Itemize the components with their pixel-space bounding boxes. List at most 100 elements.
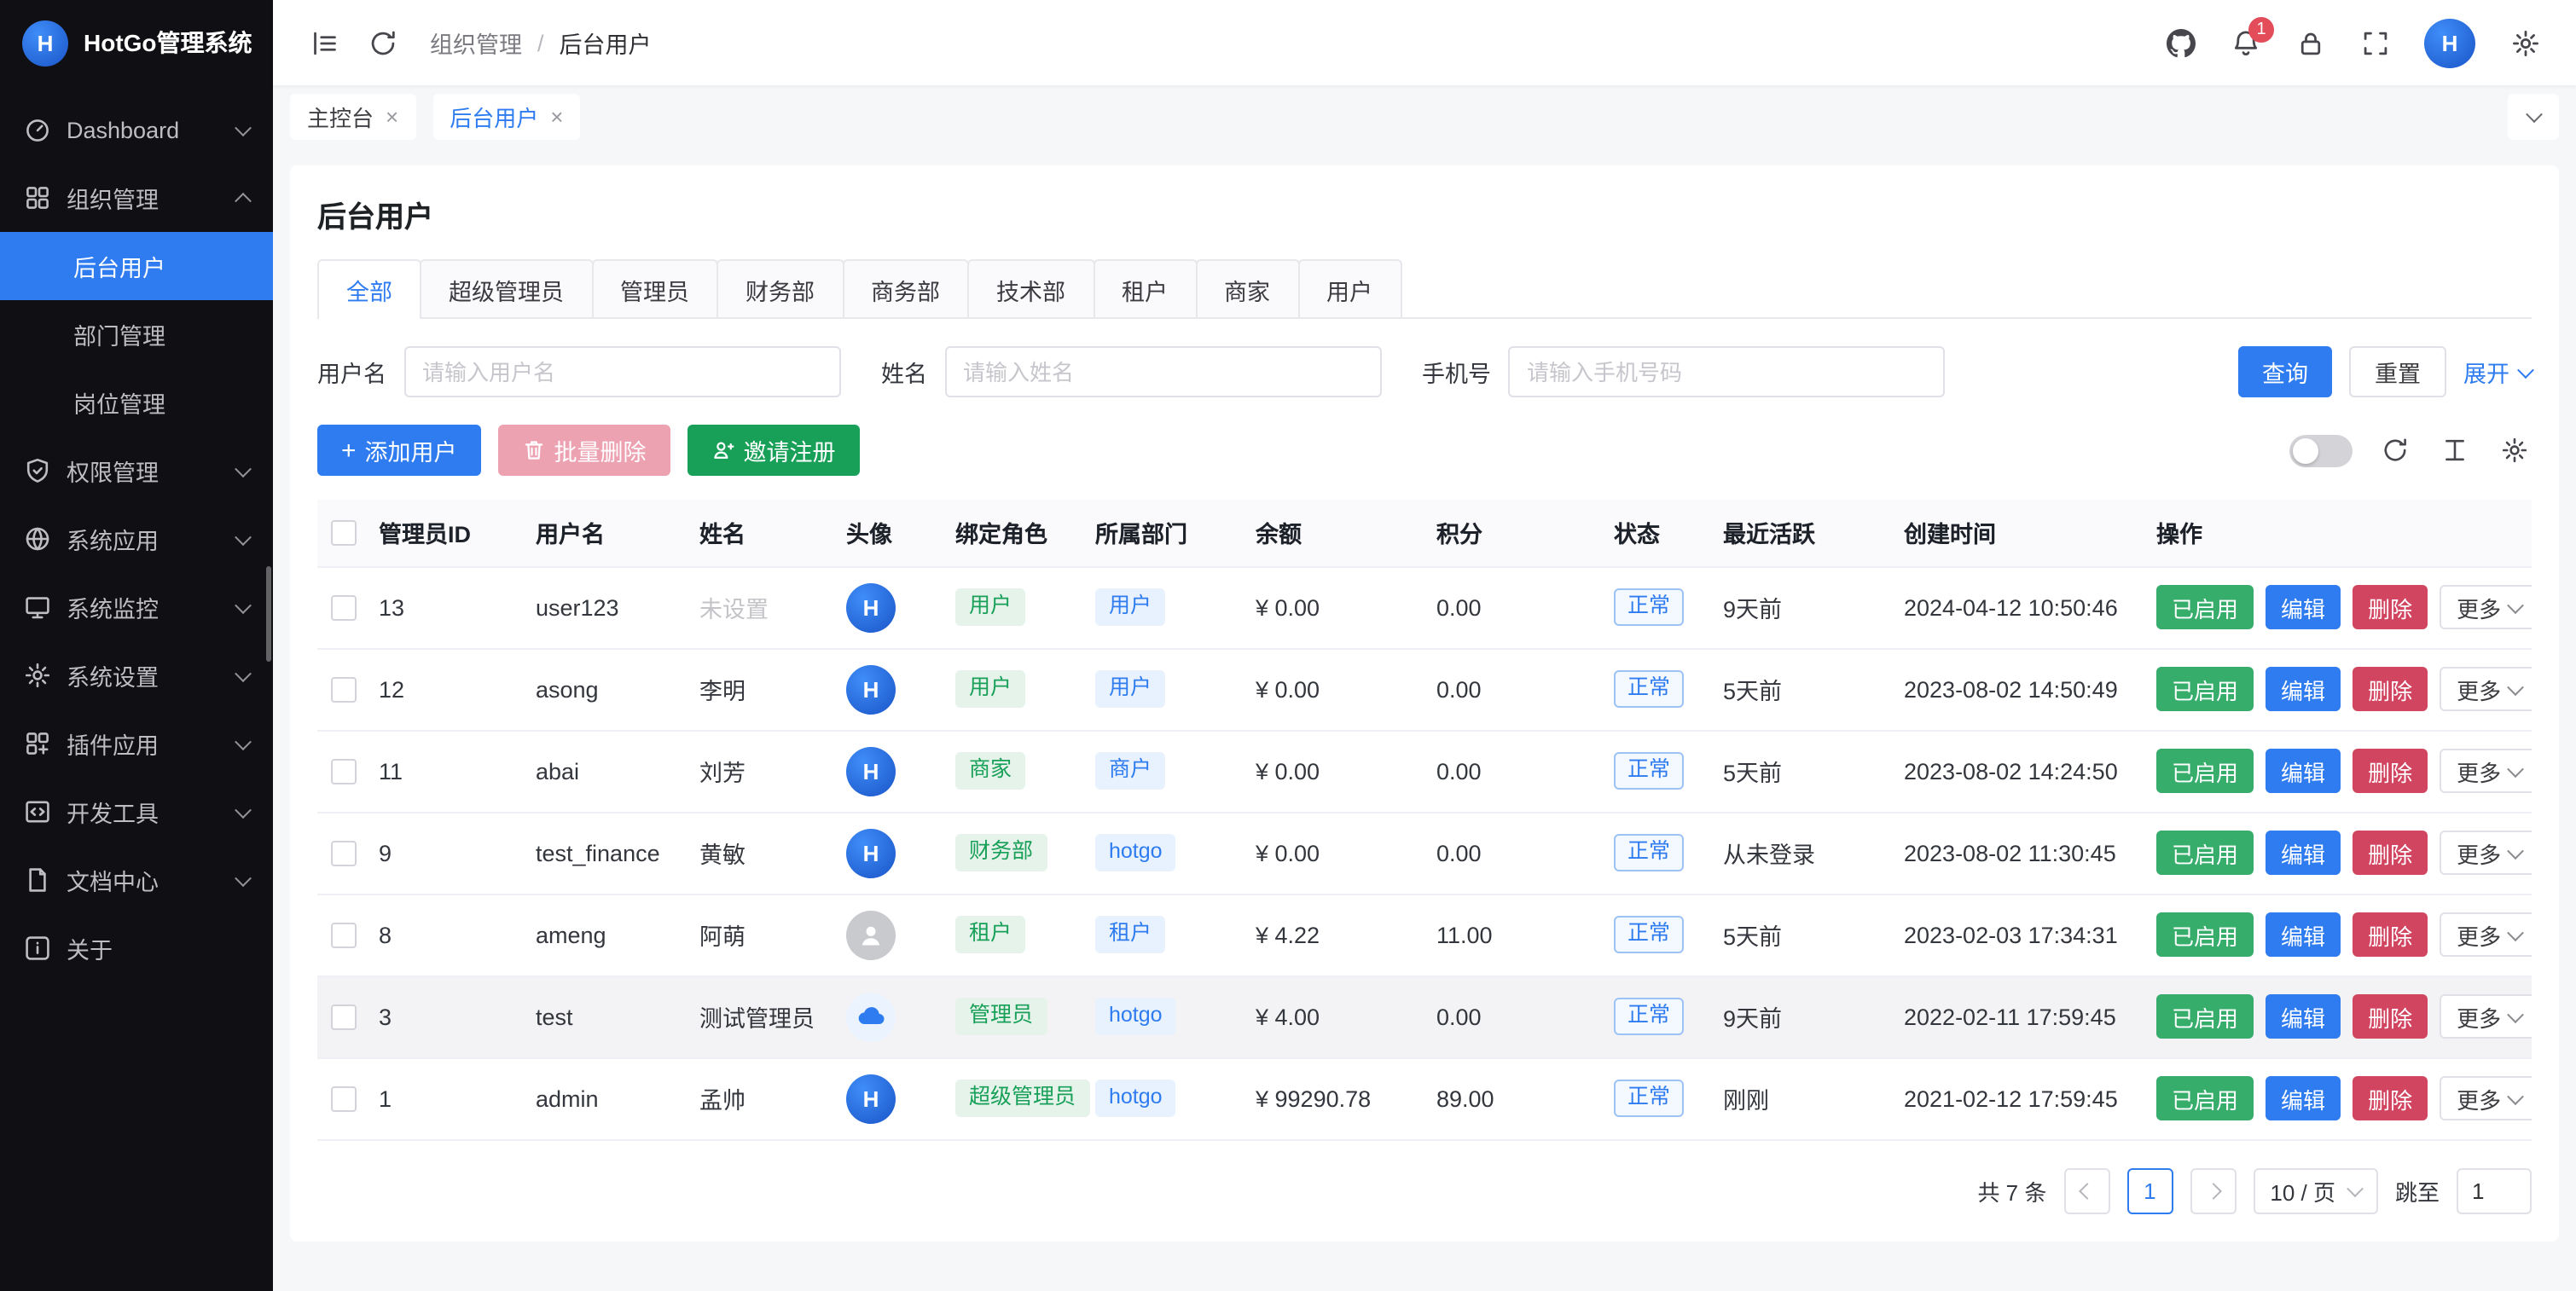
page-size-select[interactable]: 10 / 页 (2253, 1167, 2378, 1213)
edit-button[interactable]: 编辑 (2266, 667, 2341, 711)
enabled-button[interactable]: 已启用 (2156, 749, 2254, 793)
sidebar-item-system-apps[interactable]: 系统应用 (0, 505, 273, 573)
more-button[interactable]: 更多 (2440, 994, 2532, 1039)
lock-screen-icon[interactable] (2283, 15, 2337, 70)
notifications-bell-icon[interactable]: 1 (2218, 15, 2272, 70)
role-tab-finance[interactable]: 财务部 (717, 259, 844, 317)
row-checkbox[interactable] (331, 595, 357, 621)
status-tag: 正常 (1614, 1080, 1684, 1116)
breadcrumb-item[interactable]: 后台用户 (560, 26, 652, 60)
sidebar-item-about[interactable]: 关于 (0, 914, 273, 982)
edit-button[interactable]: 编辑 (2266, 912, 2341, 957)
user-avatar[interactable]: H (2424, 18, 2475, 67)
more-button[interactable]: 更多 (2440, 1076, 2532, 1120)
enabled-button[interactable]: 已启用 (2156, 912, 2254, 957)
close-tab-icon[interactable]: × (550, 106, 563, 128)
enabled-button[interactable]: 已启用 (2156, 667, 2254, 711)
sidebar-item-backend-users[interactable]: 后台用户 (0, 232, 273, 300)
row-density-icon[interactable] (2438, 433, 2472, 467)
edit-button[interactable]: 编辑 (2266, 585, 2341, 629)
role-tab-admin[interactable]: 管理员 (591, 259, 718, 317)
fullscreen-icon[interactable] (2347, 15, 2402, 70)
select-all-checkbox[interactable] (331, 520, 357, 546)
invite-register-button[interactable]: 邀请注册 (688, 425, 860, 476)
sidebar-item-plugins[interactable]: 插件应用 (0, 709, 273, 778)
row-checkbox[interactable] (331, 841, 357, 866)
delete-button[interactable]: 删除 (2353, 1076, 2428, 1120)
jump-page-input[interactable] (2457, 1167, 2532, 1213)
table-tools (2289, 433, 2532, 467)
sidebar-item-dashboard[interactable]: Dashboard (0, 96, 273, 164)
tab-backend-users[interactable]: 后台用户 × (432, 94, 580, 140)
role-tab-tech[interactable]: 技术部 (967, 259, 1094, 317)
cell-checkbox (317, 1057, 379, 1139)
sidebar-item-permissions[interactable]: 权限管理 (0, 437, 273, 505)
enabled-button[interactable]: 已启用 (2156, 585, 2254, 629)
tab-label: 后台用户 (450, 101, 538, 133)
prev-page-button[interactable] (2063, 1167, 2109, 1213)
add-user-button[interactable]: +添加用户 (317, 425, 481, 476)
tab-console[interactable]: 主控台× (290, 94, 415, 140)
collapse-sidebar-icon[interactable] (297, 15, 351, 70)
row-checkbox[interactable] (331, 923, 357, 948)
enabled-button[interactable]: 已启用 (2156, 831, 2254, 875)
row-checkbox[interactable] (331, 1086, 357, 1112)
sidebar-item-departments[interactable]: 部门管理 (0, 300, 273, 368)
edit-button[interactable]: 编辑 (2266, 1076, 2341, 1120)
role-tab-merchant[interactable]: 商家 (1195, 259, 1299, 317)
delete-button[interactable]: 删除 (2353, 585, 2428, 629)
sidebar-scrollbar[interactable] (266, 566, 271, 662)
delete-button[interactable]: 删除 (2353, 912, 2428, 957)
reload-table-icon[interactable] (2378, 433, 2412, 467)
name-input[interactable] (944, 346, 1381, 397)
column-settings-icon[interactable] (2498, 433, 2532, 467)
next-page-button[interactable] (2190, 1167, 2236, 1213)
chevron-down-icon (2507, 842, 2524, 859)
sidebar-item-docs[interactable]: 文档中心 (0, 846, 273, 914)
more-button[interactable]: 更多 (2440, 585, 2532, 629)
role-tab-super-admin[interactable]: 超级管理员 (420, 259, 593, 317)
cell-last-active: 从未登录 (1723, 842, 1815, 868)
edit-button[interactable]: 编辑 (2266, 994, 2341, 1039)
search-button[interactable]: 查询 (2238, 346, 2332, 397)
edit-button[interactable]: 编辑 (2266, 749, 2341, 793)
sidebar-item-posts[interactable]: 岗位管理 (0, 368, 273, 437)
striped-toggle[interactable] (2289, 434, 2353, 466)
delete-button[interactable]: 删除 (2353, 831, 2428, 875)
role-tab-user[interactable]: 用户 (1297, 259, 1401, 317)
reset-button[interactable]: 重置 (2349, 346, 2446, 397)
username-input[interactable] (403, 346, 840, 397)
more-button[interactable]: 更多 (2440, 912, 2532, 957)
sidebar-item-org[interactable]: 组织管理 (0, 164, 273, 232)
edit-button[interactable]: 编辑 (2266, 831, 2341, 875)
delete-button[interactable]: 删除 (2353, 667, 2428, 711)
github-icon[interactable] (2153, 15, 2208, 70)
role-tab-all[interactable]: 全部 (317, 259, 421, 317)
refresh-page-icon[interactable] (355, 15, 409, 70)
enabled-button[interactable]: 已启用 (2156, 1076, 2254, 1120)
page-number-button[interactable]: 1 (2126, 1167, 2173, 1213)
enabled-button[interactable]: 已启用 (2156, 994, 2254, 1039)
more-button[interactable]: 更多 (2440, 749, 2532, 793)
more-button[interactable]: 更多 (2440, 667, 2532, 711)
breadcrumb-item[interactable]: 组织管理 (430, 26, 522, 60)
delete-button[interactable]: 删除 (2353, 994, 2428, 1039)
close-tab-icon[interactable]: × (386, 106, 398, 128)
row-checkbox[interactable] (331, 759, 357, 784)
role-tab-tenant[interactable]: 租户 (1093, 259, 1197, 317)
page-title: 后台用户 (317, 193, 2532, 235)
app-logo[interactable]: H HotGo管理系统 (0, 0, 273, 85)
sidebar-item-settings[interactable]: 系统设置 (0, 641, 273, 709)
settings-gear-icon[interactable] (2498, 15, 2552, 70)
role-tab-business[interactable]: 商务部 (842, 259, 969, 317)
row-checkbox[interactable] (331, 677, 357, 703)
expand-filters-link[interactable]: 展开 (2463, 355, 2532, 389)
more-button[interactable]: 更多 (2440, 831, 2532, 875)
delete-button[interactable]: 删除 (2353, 749, 2428, 793)
batch-delete-button[interactable]: 批量删除 (498, 425, 670, 476)
tab-list-chevron-button[interactable] (2508, 94, 2559, 140)
row-checkbox[interactable] (331, 1004, 357, 1030)
phone-input[interactable] (1508, 346, 1945, 397)
sidebar-item-monitoring[interactable]: 系统监控 (0, 573, 273, 641)
sidebar-item-devtools[interactable]: 开发工具 (0, 778, 273, 846)
